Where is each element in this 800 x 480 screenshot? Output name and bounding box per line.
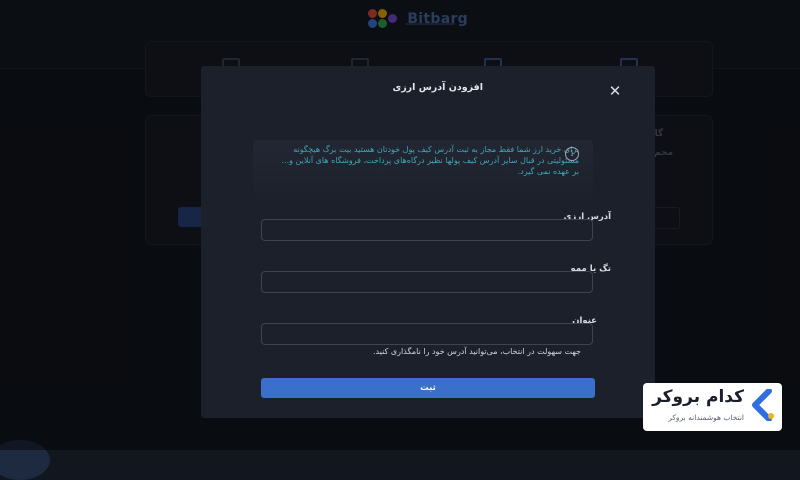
notice-text: برای خرید ارز شما فقط مجاز به ثبت آدرس ک… (281, 145, 579, 176)
modal-header: افزودن آدرس ارزی ✕ (201, 66, 655, 112)
kodam-broker-badge[interactable]: کدام بروکر انتخاب هوشمندانه بروکر (643, 383, 782, 431)
broker-chevron-logo-icon (752, 389, 774, 421)
crypto-address-input[interactable] (261, 219, 593, 241)
title-input[interactable] (261, 323, 593, 345)
close-icon[interactable]: ✕ (605, 81, 625, 101)
badge-title: کدام بروکر (652, 387, 744, 407)
badge-subtitle: انتخاب هوشمندانه بروکر (668, 413, 744, 422)
add-crypto-address-modal: افزودن آدرس ارزی ✕ برای خرید ارز شما فقط… (201, 66, 655, 418)
modal-title: افزودن آدرس ارزی (392, 82, 483, 93)
warning-notice: برای خرید ارز شما فقط مجاز به ثبت آدرس ک… (253, 140, 593, 198)
info-icon: i (565, 147, 579, 161)
naming-hint: جهت سهولت در انتخاب، می‌توانید آدرس خود … (372, 347, 581, 356)
tag-memo-input[interactable] (261, 271, 593, 293)
submit-button[interactable]: ثبت (261, 378, 595, 398)
